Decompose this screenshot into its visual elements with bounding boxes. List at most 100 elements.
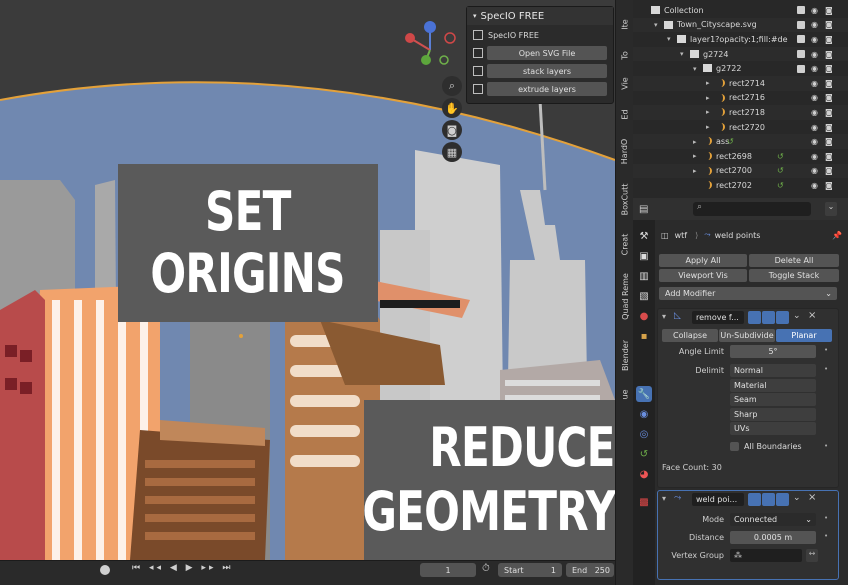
chevron-down-icon[interactable]: ▾ <box>654 21 658 29</box>
vertex-group-field[interactable]: ⁂ <box>730 549 802 562</box>
view-layer-tab-icon[interactable]: ▧ <box>636 288 652 304</box>
chevron-right-icon[interactable]: ▸ <box>706 79 710 87</box>
delete-all-button[interactable]: Delete All <box>749 254 839 267</box>
physics-tab-icon[interactable]: ◎ <box>636 426 652 442</box>
particles-tab-icon[interactable]: ◉ <box>636 406 652 422</box>
chevron-right-icon[interactable]: ▸ <box>693 167 697 175</box>
eye-icon[interactable]: ◉ <box>811 108 818 117</box>
exclude-checkbox[interactable] <box>797 50 805 59</box>
extrude-layers-button[interactable]: extrude layers <box>487 82 607 96</box>
tab-create[interactable]: Creat <box>616 224 634 264</box>
outliner-row[interactable]: ▸ rect2718 ◉ ◙ <box>633 105 848 120</box>
outliner-row[interactable]: ▸ rect2716 ◉ ◙ <box>633 91 848 106</box>
specio-header[interactable]: ▾ SpecIO FREE <box>467 7 613 25</box>
close-icon[interactable]: × <box>808 310 816 321</box>
tab-view[interactable]: Vie <box>616 66 634 100</box>
eye-icon[interactable]: ◉ <box>811 152 818 161</box>
delimit-sharp[interactable]: Sharp <box>730 407 816 421</box>
all-boundaries-checkbox[interactable] <box>730 442 739 451</box>
eye-icon[interactable]: ◉ <box>811 181 818 190</box>
texture-tab-icon[interactable]: ▩ <box>636 494 652 510</box>
eye-icon[interactable]: ◉ <box>811 64 818 73</box>
camera-icon[interactable]: ◙ <box>825 35 833 44</box>
outliner-row[interactable]: ▸ rect2720 ◉ ◙ <box>633 120 848 135</box>
start-frame-field[interactable]: Start 1 <box>498 563 562 577</box>
tab-misc[interactable]: ue <box>616 384 634 404</box>
distance-field[interactable]: 0.0005 m <box>730 531 816 544</box>
outliner-row[interactable]: ▸ rect2714 ◉ ◙ <box>633 76 848 91</box>
chevron-down-icon[interactable]: ⌄ <box>825 202 837 216</box>
tab-quad-remesher[interactable]: Quad Reme <box>616 264 634 328</box>
tab-unsubdivide[interactable]: Un-Subdivide <box>719 329 775 342</box>
delimit-uvs[interactable]: UVs <box>730 422 816 435</box>
tab-blender[interactable]: Blender <box>616 330 634 380</box>
eye-icon[interactable]: ◉ <box>811 35 818 44</box>
apply-all-button[interactable]: Apply All <box>659 254 747 267</box>
editmode-toggle-icon[interactable] <box>748 311 761 324</box>
tab-edit[interactable]: Ed <box>616 100 634 128</box>
end-frame-field[interactable]: End 250 <box>566 563 614 577</box>
chevron-right-icon[interactable]: ▸ <box>706 94 710 102</box>
pin-icon[interactable]: 📌 <box>832 231 842 240</box>
chevron-down-icon[interactable]: ⌄ <box>793 493 801 503</box>
render-toggle-icon[interactable] <box>776 311 789 324</box>
chevron-right-icon[interactable]: ▸ <box>706 123 710 131</box>
stack-layers-button[interactable]: stack layers <box>487 64 607 78</box>
camera-icon[interactable]: ◙ <box>825 50 833 59</box>
viewport-vis-button[interactable]: Viewport Vis <box>659 269 747 282</box>
outliner-row[interactable]: ▸ rect2700 ↺ ◉ ◙ <box>633 163 848 179</box>
add-modifier-dropdown[interactable]: Add Modifier ⌄ <box>659 287 837 300</box>
output-tab-icon[interactable]: ▥ <box>636 268 652 284</box>
editmode-toggle-icon[interactable] <box>748 493 761 506</box>
tool-tab-icon[interactable]: ⚒ <box>636 228 652 244</box>
collapse-arrow-icon[interactable]: ▾ <box>662 312 666 321</box>
eye-icon[interactable]: ◉ <box>811 20 818 29</box>
chevron-down-icon[interactable]: ⌄ <box>793 311 801 321</box>
close-icon[interactable]: × <box>808 492 816 503</box>
render-tab-icon[interactable]: ▣ <box>636 248 652 264</box>
outliner-row[interactable]: ▸ rect2698 ↺ ◉ ◙ <box>633 149 848 164</box>
outliner-row[interactable]: ▾ Town_Cityscape.svg ◉ ◙ <box>633 17 848 33</box>
tab-boxcutter[interactable]: BoxCutt <box>616 174 634 224</box>
eye-icon[interactable]: ◉ <box>811 93 818 102</box>
grid-icon[interactable]: ▦ <box>442 142 462 162</box>
camera-icon[interactable]: ◙ <box>825 79 833 88</box>
delimit-material[interactable]: Material <box>730 378 816 392</box>
property-search-input[interactable]: ⌕ <box>693 202 811 216</box>
mode-dropdown[interactable]: Connected ⌄ <box>730 513 816 526</box>
camera-icon[interactable]: ◙ <box>825 108 833 117</box>
navigation-gizmo[interactable] <box>398 18 462 82</box>
exclude-checkbox[interactable] <box>797 6 805 15</box>
constraints-tab-icon[interactable]: ↺ <box>636 446 652 462</box>
camera-icon[interactable]: ◙ <box>825 20 833 29</box>
eye-icon[interactable]: ◉ <box>811 79 818 88</box>
outliner-row[interactable]: rect2702 ↺ ◉ ◙ <box>633 178 848 193</box>
camera-icon[interactable]: ◙ <box>442 120 462 140</box>
viewport-toggle-icon[interactable] <box>762 311 775 324</box>
camera-icon[interactable]: ◙ <box>825 137 833 146</box>
eye-icon[interactable]: ◉ <box>811 6 818 15</box>
outliner-row[interactable]: ▾ g2722 ◉ ◙ <box>633 61 848 76</box>
record-icon[interactable] <box>100 565 110 575</box>
camera-icon[interactable]: ◙ <box>825 181 833 190</box>
chevron-down-icon[interactable]: ▾ <box>693 65 697 73</box>
tab-hardops[interactable]: HardO <box>616 128 634 174</box>
outliner-row[interactable]: ▾ layer1?opacity:1;fill:#de ◉ ◙ <box>633 32 848 47</box>
chevron-right-icon[interactable]: ▸ <box>693 138 697 146</box>
collapse-arrow-icon[interactable]: ▾ <box>662 494 666 503</box>
scene-tab-icon[interactable]: ● <box>636 308 652 324</box>
chevron-down-icon[interactable]: ▾ <box>667 35 671 43</box>
chevron-down-icon[interactable]: ▾ <box>680 50 684 58</box>
camera-icon[interactable]: ◙ <box>825 166 833 175</box>
decimate-name-field[interactable]: remove f... <box>692 311 744 324</box>
render-toggle-icon[interactable] <box>776 493 789 506</box>
tab-planar[interactable]: Planar <box>776 329 832 342</box>
playback-controls[interactable]: ⏮ ◂◂ ◀ ▶ ▸▸ ⏭ <box>132 563 233 573</box>
exclude-checkbox[interactable] <box>797 35 805 44</box>
pan-hand-icon[interactable]: ✋ <box>442 98 462 118</box>
outliner-row[interactable]: Collection ◉ ◙ <box>633 3 848 18</box>
weld-name-field[interactable]: weld poi... <box>692 493 744 506</box>
breadcrumb-object[interactable]: wtf <box>675 231 688 240</box>
camera-icon[interactable]: ◙ <box>825 64 833 73</box>
outliner-row[interactable]: ▸ ass ↺ ◉ ◙ <box>633 134 848 149</box>
